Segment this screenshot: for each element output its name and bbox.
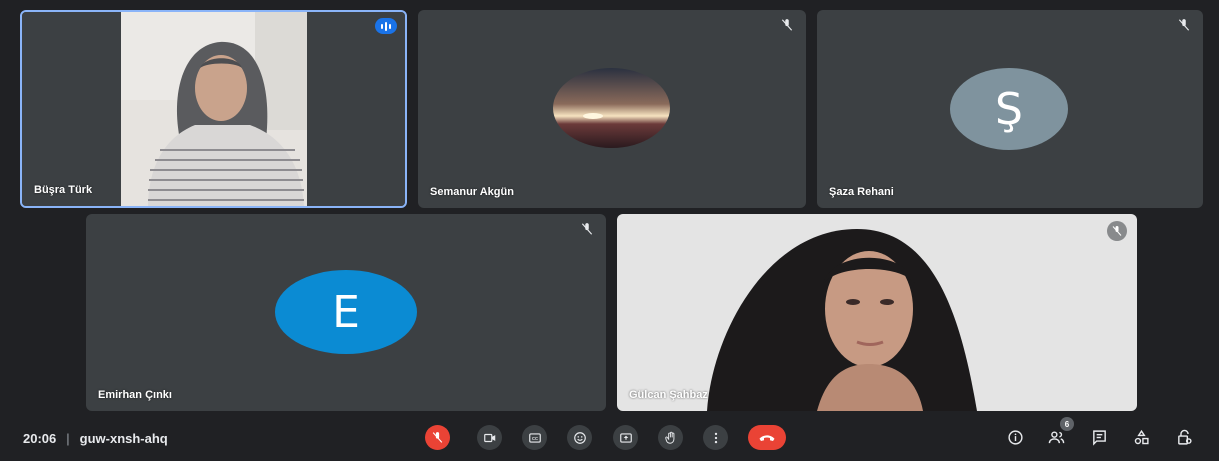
host-controls-button[interactable] — [1174, 427, 1194, 447]
people-icon — [1048, 430, 1064, 443]
participant-name: Gülcan Şahbaz — [629, 389, 708, 401]
mic-off-icon — [581, 223, 593, 235]
video-feed — [617, 214, 1137, 411]
camera-toggle-button[interactable] — [477, 425, 502, 450]
participant-tile-semanur[interactable]: Semanur Akgün — [418, 10, 806, 208]
captions-icon: CC — [528, 432, 541, 443]
mic-off-icon — [1107, 221, 1127, 241]
participant-tile-gulcan[interactable]: Gülcan Şahbaz — [617, 214, 1137, 411]
control-bar: 20:06 | guw-xnsh-ahq CC — [0, 415, 1219, 461]
participant-name: Şaza Rehani — [829, 186, 894, 198]
speaking-indicator-icon — [375, 18, 397, 34]
participant-name: Semanur Akgün — [430, 186, 514, 198]
activities-button[interactable] — [1131, 427, 1151, 447]
mic-off-icon — [432, 432, 443, 443]
present-button[interactable] — [613, 425, 638, 450]
participant-tile-emirhan[interactable]: E Emirhan Çınkı — [86, 214, 606, 411]
chat-icon — [1092, 429, 1106, 446]
participant-tile-saza[interactable]: Ş Şaza Rehani — [817, 10, 1203, 208]
mic-off-icon — [781, 19, 793, 31]
raise-hand-button[interactable] — [658, 425, 683, 450]
hand-icon — [664, 431, 674, 444]
mic-off-icon — [1178, 19, 1190, 31]
chat-button[interactable] — [1089, 427, 1109, 447]
divider: | — [66, 431, 70, 446]
participant-name: Büşra Türk — [34, 184, 93, 196]
end-call-button[interactable] — [748, 425, 786, 450]
participant-tile-busra[interactable]: Büşra Türk — [20, 10, 407, 208]
avatar: E — [275, 270, 417, 354]
meeting-code[interactable]: guw-xnsh-ahq — [80, 431, 168, 446]
meeting-time: 20:06 — [23, 431, 57, 446]
more-options-button[interactable] — [703, 425, 728, 450]
activities-icon — [1134, 429, 1149, 444]
avatar: Ş — [950, 68, 1068, 150]
lock-person-icon — [1177, 429, 1192, 445]
meeting-info: 20:06 | guw-xnsh-ahq — [23, 431, 168, 446]
captions-button[interactable]: CC — [522, 425, 547, 450]
info-icon — [1007, 429, 1023, 445]
people-count-badge: 6 — [1060, 417, 1074, 431]
phone-hangup-icon — [759, 434, 775, 441]
mic-toggle-button[interactable] — [425, 425, 450, 450]
emoji-button[interactable] — [567, 425, 592, 450]
avatar — [553, 68, 670, 148]
avatar-initial: Ş — [995, 83, 1023, 135]
svg-text:CC: CC — [532, 435, 538, 440]
avatar-initial: E — [332, 286, 360, 338]
camera-icon — [483, 433, 495, 442]
info-button[interactable] — [1005, 427, 1025, 447]
present-icon — [619, 432, 632, 443]
emoji-icon — [573, 431, 586, 444]
video-feed — [22, 12, 405, 206]
more-vert-icon — [714, 432, 717, 443]
participant-name: Emirhan Çınkı — [98, 389, 172, 401]
